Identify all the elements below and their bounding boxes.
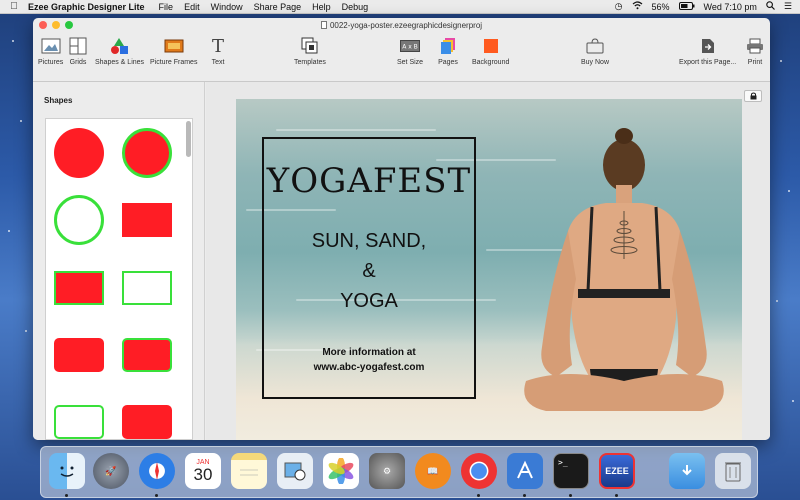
poster-subtitle-line2[interactable]: & xyxy=(262,260,476,283)
grids-icon xyxy=(67,35,89,57)
ibooks-icon[interactable]: 📖 xyxy=(415,453,451,489)
menu-help[interactable]: Help xyxy=(312,2,331,12)
time-machine-icon[interactable]: ◷ xyxy=(615,1,623,12)
shape-circle-filled[interactable] xyxy=(54,128,104,178)
apple-menu-icon[interactable]:  xyxy=(0,1,28,12)
menu-file[interactable]: File xyxy=(159,2,174,12)
buy-now-button[interactable]: Buy Now xyxy=(581,35,609,66)
battery-icon[interactable] xyxy=(678,1,695,12)
templates-icon xyxy=(299,35,321,57)
safari-icon[interactable] xyxy=(139,453,175,489)
ezee-graphic-designer-icon[interactable]: EZEE xyxy=(599,453,635,489)
templates-button[interactable]: Templates xyxy=(294,35,326,66)
shapes-lines-button[interactable]: Shapes & Lines xyxy=(95,35,144,66)
window-title: 0022-yoga-poster.ezeegraphicdesignerproj xyxy=(329,20,483,30)
text-button[interactable]: T Text xyxy=(207,35,229,67)
menu-app-name[interactable]: Ezee Graphic Designer Lite xyxy=(28,2,145,12)
title-bar: 0022-yoga-poster.ezeegraphicdesignerproj xyxy=(33,18,770,32)
shapes-scrollbar[interactable] xyxy=(186,121,191,157)
sidebar-title: Shapes xyxy=(44,96,73,105)
finder-icon[interactable] xyxy=(49,453,85,489)
svg-text:A x B: A x B xyxy=(402,44,418,51)
ezee-label: EZEE xyxy=(605,466,629,476)
lock-button[interactable] xyxy=(744,90,762,102)
shape-circle-filled-outlined[interactable] xyxy=(122,128,172,178)
poster-subtitle-line3[interactable]: YOGA xyxy=(262,290,476,313)
export-icon xyxy=(697,35,719,57)
xcode-icon[interactable] xyxy=(507,453,543,489)
shapes-sidebar: Shapes xyxy=(33,82,205,440)
poster-info-line1[interactable]: More information at xyxy=(262,347,476,358)
export-page-button[interactable]: Export this Page... xyxy=(679,35,736,66)
toolbar: Pictures Grids Shapes & Lines Picture Fr… xyxy=(33,32,770,82)
poster-title[interactable]: YOGAFEST xyxy=(262,161,476,201)
shopping-bag-icon xyxy=(584,35,606,57)
menu-window[interactable]: Window xyxy=(211,2,243,12)
menu-debug[interactable]: Debug xyxy=(342,2,369,12)
picture-frame-icon xyxy=(163,35,185,57)
preview-icon[interactable] xyxy=(277,453,313,489)
calendar-day: 30 xyxy=(193,465,213,484)
battery-percent[interactable]: 56% xyxy=(652,2,670,12)
shape-rectangle-filled[interactable] xyxy=(122,203,172,237)
menu-bar:  Ezee Graphic Designer Lite File Edit W… xyxy=(0,0,800,14)
text-icon: T xyxy=(211,35,224,57)
print-button[interactable]: Print xyxy=(744,35,766,66)
shape-rectangle-outline[interactable] xyxy=(122,271,172,305)
background-button[interactable]: Background xyxy=(472,35,509,66)
system-preferences-icon[interactable]: ⚙ xyxy=(369,453,405,489)
document-icon xyxy=(320,21,327,29)
chrome-icon[interactable] xyxy=(461,453,497,489)
trash-icon[interactable] xyxy=(715,453,751,489)
canvas-area: YOGAFEST SUN, SAND, & YOGA More informat… xyxy=(206,82,770,440)
set-size-icon: A x B xyxy=(399,35,421,57)
notification-center-icon[interactable]: ☰ xyxy=(784,1,792,12)
pictures-button[interactable]: Pictures xyxy=(38,35,63,66)
shape-rounded-rectangle-filled[interactable] xyxy=(54,338,104,372)
terminal-icon[interactable]: >_ xyxy=(553,453,589,489)
photo-woman-meditating xyxy=(524,128,724,411)
shapes-icon xyxy=(109,35,131,57)
lock-icon xyxy=(750,92,756,100)
close-window-button[interactable] xyxy=(39,21,47,29)
printer-icon xyxy=(744,35,766,57)
dock: 🚀 JAN 30 ⚙ 📖 >_ EZEE xyxy=(40,446,758,498)
pages-button[interactable]: Pages xyxy=(437,35,459,66)
launchpad-icon[interactable]: 🚀 xyxy=(93,453,129,489)
shape-rounded-rectangle-filled-outlined[interactable] xyxy=(122,338,172,372)
shape-rounded-rectangle-filled-2[interactable] xyxy=(122,405,172,439)
menu-share-page[interactable]: Share Page xyxy=(254,2,302,12)
shape-rounded-rectangle-outline[interactable] xyxy=(54,405,104,439)
picture-frames-button[interactable]: Picture Frames xyxy=(150,35,197,66)
shapes-panel[interactable] xyxy=(45,118,193,440)
background-swatch-icon xyxy=(480,35,502,57)
pages-icon xyxy=(437,35,459,57)
menu-edit[interactable]: Edit xyxy=(184,2,200,12)
poster-info-line2[interactable]: www.abc-yogafest.com xyxy=(262,362,476,373)
poster-subtitle-line1[interactable]: SUN, SAND, xyxy=(262,230,476,253)
spotlight-icon[interactable] xyxy=(766,1,775,12)
grids-button[interactable]: Grids xyxy=(67,35,89,66)
window-controls xyxy=(39,21,73,29)
shape-circle-outline[interactable] xyxy=(54,195,104,245)
calendar-icon[interactable]: JAN 30 xyxy=(185,453,221,489)
pictures-icon xyxy=(40,35,62,57)
wifi-icon[interactable] xyxy=(632,1,643,12)
set-size-button[interactable]: A x B Set Size xyxy=(397,35,423,66)
maximize-window-button[interactable] xyxy=(65,21,73,29)
menu-clock[interactable]: Wed 7:10 pm xyxy=(704,2,757,12)
poster-page[interactable]: YOGAFEST SUN, SAND, & YOGA More informat… xyxy=(236,99,742,440)
notes-icon[interactable] xyxy=(231,453,267,489)
photos-icon[interactable] xyxy=(323,453,359,489)
minimize-window-button[interactable] xyxy=(52,21,60,29)
app-window: 0022-yoga-poster.ezeegraphicdesignerproj… xyxy=(33,18,770,440)
downloads-folder-icon[interactable] xyxy=(669,453,705,489)
shape-rectangle-filled-outlined[interactable] xyxy=(54,271,104,305)
